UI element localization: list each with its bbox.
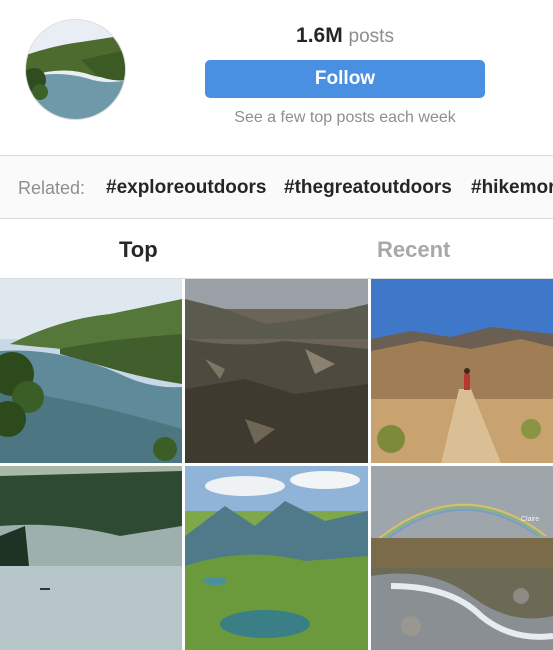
profile-header: 1.6M posts Follow See a few top posts ea…	[0, 0, 553, 155]
desert-hiker-image	[371, 279, 553, 463]
related-tag-exploreoutdoors[interactable]: #exploreoutdoors	[106, 177, 266, 199]
tab-recent[interactable]: Recent	[377, 237, 450, 263]
post-tile-alpine-lake[interactable]	[185, 466, 368, 650]
related-tag-thegreatoutdoors[interactable]: #thegreatoutdoors	[284, 177, 452, 199]
post-tile-misty-lake[interactable]	[0, 466, 182, 650]
post-count: 1.6M	[296, 24, 343, 47]
post-unit: posts	[348, 26, 394, 47]
related-tag-hikemore[interactable]: #hikemor	[471, 177, 553, 199]
post-tile-coastal-cliffs[interactable]	[0, 279, 182, 463]
feed-tabs: Top Recent	[0, 219, 553, 279]
rocky-valley-image	[185, 279, 368, 463]
photo-watermark: Claire	[521, 516, 539, 523]
tab-top[interactable]: Top	[119, 237, 158, 263]
hashtag-avatar[interactable]	[25, 19, 126, 120]
follow-subtitle: See a few top posts each week	[234, 109, 456, 126]
coastal-cliffs-image	[0, 279, 182, 463]
avatar-coastal-image	[26, 20, 125, 119]
post-stats: 1.6M posts	[205, 24, 485, 48]
photo-grid: Claire	[0, 279, 553, 650]
post-tile-rocky-valley[interactable]	[185, 279, 368, 463]
misty-lake-image	[0, 466, 182, 650]
follow-button[interactable]: Follow	[205, 60, 485, 98]
related-label: Related:	[18, 178, 86, 198]
alpine-lake-image	[185, 466, 368, 650]
post-tile-rainbow-stream[interactable]: Claire	[371, 466, 553, 650]
post-tile-desert-hiker[interactable]	[371, 279, 553, 463]
rainbow-stream-image: Claire	[371, 466, 553, 650]
related-hashtags-bar: Related: #exploreoutdoors #thegreatoutdo…	[0, 155, 553, 219]
